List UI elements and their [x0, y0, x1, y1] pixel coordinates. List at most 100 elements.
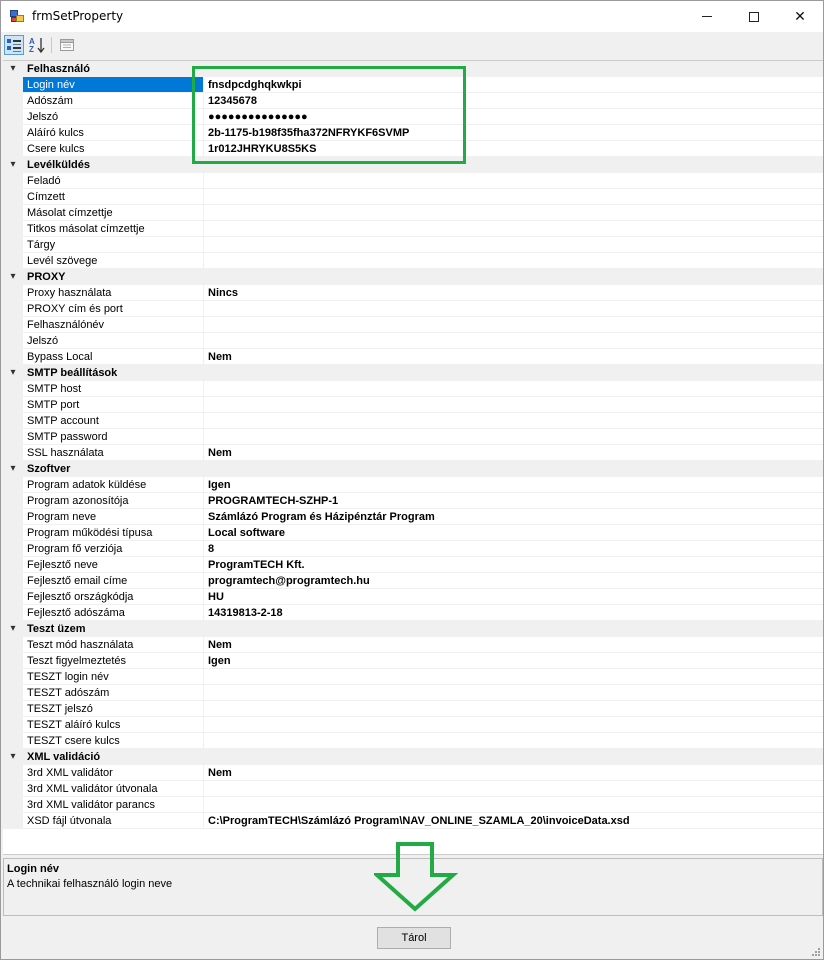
category-row[interactable]: ▾ PROXY	[3, 269, 823, 285]
property-row[interactable]: SMTP password	[3, 429, 823, 445]
property-row[interactable]: 3rd XML validátor parancs	[3, 797, 823, 813]
property-value[interactable]: Nem	[204, 349, 823, 365]
property-name[interactable]: SMTP host	[23, 381, 203, 397]
property-value[interactable]	[204, 333, 823, 349]
close-button[interactable]: ✕	[777, 1, 823, 32]
property-value[interactable]: HU	[204, 589, 823, 605]
property-value[interactable]: 12345678	[204, 93, 823, 109]
property-row[interactable]: SMTP port	[3, 397, 823, 413]
property-name[interactable]: Login név	[23, 77, 203, 93]
property-name[interactable]: SMTP password	[23, 429, 203, 445]
property-value[interactable]: Local software	[204, 525, 823, 541]
property-value[interactable]: ●●●●●●●●●●●●●●●	[204, 109, 823, 125]
property-name[interactable]: Felhasználónév	[23, 317, 203, 333]
property-name[interactable]: TESZT login név	[23, 669, 203, 685]
property-row[interactable]: Program adatok küldése Igen	[3, 477, 823, 493]
collapse-chevron-icon[interactable]: ▾	[6, 750, 20, 764]
property-name[interactable]: Teszt figyelmeztetés	[23, 653, 203, 669]
property-name[interactable]: TESZT aláíró kulcs	[23, 717, 203, 733]
property-row[interactable]: Aláíró kulcs 2b-1175-b198f35fha372NFRYKF6…	[3, 125, 823, 141]
property-name[interactable]: Másolat címzettje	[23, 205, 203, 221]
property-name[interactable]: Feladó	[23, 173, 203, 189]
category-row[interactable]: ▾ Teszt üzem	[3, 621, 823, 637]
property-row[interactable]: Adószám 12345678	[3, 93, 823, 109]
property-value[interactable]: Nincs	[204, 285, 823, 301]
property-row[interactable]: Login név fnsdpcdghqkwkpi	[3, 77, 823, 93]
property-row[interactable]: Program fő verziója 8	[3, 541, 823, 557]
property-name[interactable]: Címzett	[23, 189, 203, 205]
property-value[interactable]	[204, 429, 823, 445]
property-name[interactable]: TESZT csere kulcs	[23, 733, 203, 749]
property-row[interactable]: Bypass Local Nem	[3, 349, 823, 365]
property-name[interactable]: SMTP account	[23, 413, 203, 429]
property-row[interactable]: 3rd XML validátor Nem	[3, 765, 823, 781]
property-name[interactable]: Jelszó	[23, 109, 203, 125]
property-value[interactable]	[204, 717, 823, 733]
property-name[interactable]: XSD fájl útvonala	[23, 813, 203, 829]
categorized-button[interactable]	[4, 35, 24, 55]
property-row[interactable]: Másolat címzettje	[3, 205, 823, 221]
property-value[interactable]: Nem	[204, 637, 823, 653]
property-name[interactable]: SSL használata	[23, 445, 203, 461]
property-name[interactable]: Program működési típusa	[23, 525, 203, 541]
property-row[interactable]: Teszt mód használata Nem	[3, 637, 823, 653]
property-row[interactable]: Címzett	[3, 189, 823, 205]
property-name[interactable]: Fejlesztő neve	[23, 557, 203, 573]
category-row[interactable]: ▾ SMTP beállítások	[3, 365, 823, 381]
property-name[interactable]: PROXY cím és port	[23, 301, 203, 317]
property-value[interactable]	[204, 253, 823, 269]
property-name[interactable]: Adószám	[23, 93, 203, 109]
property-grid[interactable]: ▾ Felhasználó Login név fnsdpcdghqkwkpi Adós…	[3, 60, 823, 855]
property-value[interactable]: 2b-1175-b198f35fha372NFRYKF6SVMP	[204, 125, 823, 141]
property-row[interactable]: TESZT login név	[3, 669, 823, 685]
property-name[interactable]: Teszt mód használata	[23, 637, 203, 653]
property-row[interactable]: Titkos másolat címzettje	[3, 221, 823, 237]
property-value[interactable]	[204, 397, 823, 413]
property-row[interactable]: Tárgy	[3, 237, 823, 253]
save-button[interactable]: Tárol	[377, 927, 451, 949]
alphabetical-button[interactable]: A Z	[27, 35, 47, 55]
property-value[interactable]	[204, 733, 823, 749]
property-value[interactable]	[204, 173, 823, 189]
property-name[interactable]: Proxy használata	[23, 285, 203, 301]
property-row[interactable]: Fejlesztő országkódja HU	[3, 589, 823, 605]
property-value[interactable]: Igen	[204, 653, 823, 669]
property-name[interactable]: Bypass Local	[23, 349, 203, 365]
property-value[interactable]	[204, 701, 823, 717]
property-value[interactable]	[204, 685, 823, 701]
property-row[interactable]: SSL használata Nem	[3, 445, 823, 461]
property-value[interactable]: PROGRAMTECH-SZHP-1	[204, 493, 823, 509]
property-name[interactable]: Fejlesztő adószáma	[23, 605, 203, 621]
property-value[interactable]: programtech@programtech.hu	[204, 573, 823, 589]
property-value[interactable]	[204, 413, 823, 429]
minimize-button[interactable]	[684, 1, 730, 32]
property-row[interactable]: Jelszó	[3, 333, 823, 349]
property-name[interactable]: Levél szövege	[23, 253, 203, 269]
property-row[interactable]: TESZT aláíró kulcs	[3, 717, 823, 733]
property-value[interactable]: 1r012JHRYKU8S5KS	[204, 141, 823, 157]
property-name[interactable]: Program neve	[23, 509, 203, 525]
property-value[interactable]	[204, 237, 823, 253]
property-value[interactable]	[204, 189, 823, 205]
property-name[interactable]: Program adatok küldése	[23, 477, 203, 493]
collapse-chevron-icon[interactable]: ▾	[6, 622, 20, 636]
property-row[interactable]: SMTP account	[3, 413, 823, 429]
property-row[interactable]: Feladó	[3, 173, 823, 189]
property-row[interactable]: SMTP host	[3, 381, 823, 397]
property-value[interactable]	[204, 301, 823, 317]
property-value[interactable]: Nem	[204, 445, 823, 461]
property-value[interactable]	[204, 781, 823, 797]
property-value[interactable]: Igen	[204, 477, 823, 493]
property-row[interactable]: Program azonosítója PROGRAMTECH-SZHP-1	[3, 493, 823, 509]
property-value[interactable]	[204, 317, 823, 333]
property-value[interactable]: Nem	[204, 765, 823, 781]
property-name[interactable]: Program azonosítója	[23, 493, 203, 509]
property-name[interactable]: Aláíró kulcs	[23, 125, 203, 141]
property-value[interactable]	[204, 797, 823, 813]
property-row[interactable]: Jelszó ●●●●●●●●●●●●●●●	[3, 109, 823, 125]
property-row[interactable]: Program neve Számlázó Program és Házipénz…	[3, 509, 823, 525]
property-row[interactable]: PROXY cím és port	[3, 301, 823, 317]
property-value[interactable]: ProgramTECH Kft.	[204, 557, 823, 573]
property-row[interactable]: TESZT adószám	[3, 685, 823, 701]
property-value[interactable]	[204, 205, 823, 221]
